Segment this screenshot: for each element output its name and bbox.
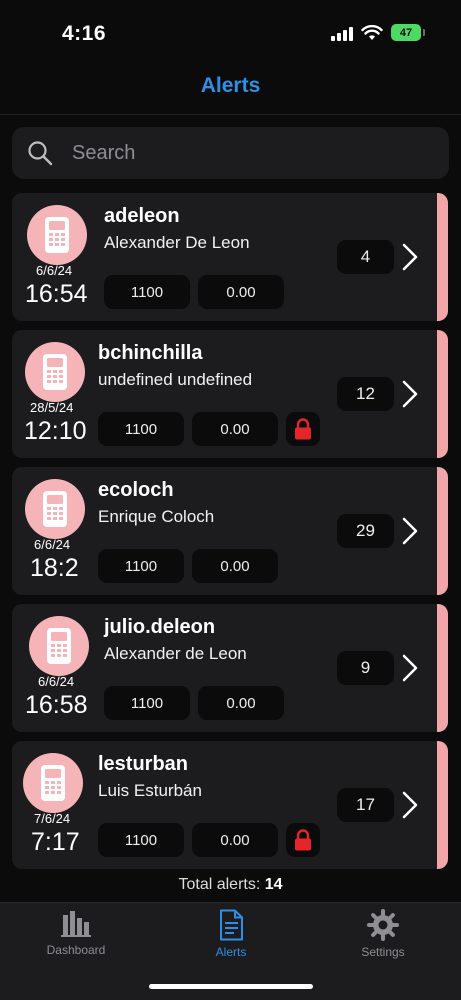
chevron-right-icon: [402, 654, 418, 682]
bar-chart-icon: [61, 911, 91, 937]
lock-button[interactable]: [286, 823, 320, 857]
alert-code: 1100: [98, 549, 184, 583]
wifi-icon: [361, 24, 383, 40]
alert-card[interactable]: 6/6/24 16:54 adeleon Alexander De Leon 1…: [12, 193, 448, 321]
alert-status-stripe: [437, 741, 448, 869]
total-alerts-value: 14: [264, 876, 283, 893]
alert-username: lesturban: [98, 753, 189, 775]
alert-date: 28/5/24: [30, 400, 74, 415]
alert-code: 1100: [98, 412, 184, 446]
alert-status-stripe: [437, 330, 448, 458]
alert-full-name: undefined undefined: [98, 370, 253, 389]
alert-full-name: Alexander De Leon: [104, 233, 250, 252]
alert-card[interactable]: 7/6/24 7:17 lesturban Luis Esturbán 1100…: [12, 741, 448, 869]
alert-full-name: Enrique Coloch: [98, 507, 215, 526]
search-placeholder: Search: [72, 141, 136, 164]
alert-card[interactable]: 6/6/24 18:2 ecoloch Enrique Coloch 1100 …: [12, 467, 448, 595]
chevron-right-icon: [402, 517, 418, 545]
page-title: Alerts: [200, 74, 261, 97]
tab-dashboard[interactable]: Dashboard: [21, 909, 131, 957]
alert-amount: 0.00: [192, 823, 278, 857]
status-time: 4:16: [62, 22, 107, 45]
status-bar: 4:16 47: [0, 0, 461, 70]
lock-icon: [295, 829, 311, 851]
lock-icon: [295, 418, 311, 440]
tab-dashboard-label: Dashboard: [46, 943, 106, 957]
alert-date: 6/6/24: [36, 263, 73, 278]
search-input[interactable]: Search: [12, 127, 449, 179]
total-alerts: Total alerts: 14: [0, 876, 461, 894]
alert-username: julio.deleon: [104, 616, 216, 638]
alert-code: 1100: [104, 275, 190, 309]
pos-terminal-avatar: [23, 753, 83, 813]
alert-username: ecoloch: [98, 479, 174, 501]
alert-status-stripe: [437, 467, 448, 595]
pos-terminal-icon: [43, 491, 67, 527]
alert-amount: 0.00: [198, 275, 284, 309]
pos-terminal-avatar: [25, 342, 85, 402]
alert-time: 18:2: [30, 554, 79, 582]
alert-status-stripe: [437, 193, 448, 321]
alert-time: 12:10: [24, 417, 87, 445]
home-indicator: [149, 984, 313, 989]
pos-terminal-icon: [45, 217, 69, 253]
alert-time: 16:58: [25, 691, 88, 719]
chevron-right-icon: [402, 791, 418, 819]
alert-amount: 0.00: [192, 412, 278, 446]
alert-card[interactable]: 28/5/24 12:10 bchinchilla undefined unde…: [12, 330, 448, 458]
alert-time: 7:17: [31, 828, 80, 856]
chevron-right-icon: [402, 380, 418, 408]
tab-alerts[interactable]: Alerts: [176, 909, 286, 959]
pos-terminal-avatar: [27, 205, 87, 265]
alert-amount: 0.00: [198, 686, 284, 720]
alert-code: 1100: [104, 686, 190, 720]
alert-time: 16:54: [25, 280, 88, 308]
alert-username: adeleon: [104, 205, 180, 227]
alert-count-badge: 29: [337, 514, 394, 548]
alert-username: bchinchilla: [98, 342, 203, 364]
gear-icon: [367, 909, 399, 941]
pos-terminal-avatar: [25, 479, 85, 539]
pos-terminal-icon: [43, 354, 67, 390]
tab-alerts-label: Alerts: [215, 945, 247, 959]
alert-date: 6/6/24: [38, 674, 75, 689]
document-icon: [220, 909, 243, 941]
battery-icon: 47: [391, 24, 425, 41]
alert-count-badge: 9: [337, 651, 394, 685]
status-icons: 47: [331, 24, 425, 41]
pos-terminal-icon: [47, 628, 71, 664]
chevron-right-icon: [402, 243, 418, 271]
alert-code: 1100: [98, 823, 184, 857]
battery-level: 47: [399, 26, 413, 39]
alert-count-badge: 12: [337, 377, 394, 411]
tab-settings[interactable]: Settings: [328, 909, 438, 959]
tab-settings-label: Settings: [361, 945, 405, 959]
alert-date: 6/6/24: [34, 537, 71, 552]
lock-button[interactable]: [286, 412, 320, 446]
alert-date: 7/6/24: [34, 811, 71, 826]
alert-status-stripe: [437, 604, 448, 732]
header-divider: [0, 114, 461, 115]
total-alerts-label: Total alerts:: [178, 876, 261, 893]
alert-card[interactable]: 6/6/24 16:58 julio.deleon Alexander de L…: [12, 604, 448, 732]
pos-terminal-icon: [41, 765, 65, 801]
pos-terminal-avatar: [29, 616, 89, 676]
alert-amount: 0.00: [192, 549, 278, 583]
search-icon: [28, 141, 53, 166]
alert-full-name: Luis Esturbán: [98, 781, 202, 800]
cellular-signal-icon: [331, 25, 353, 41]
alert-count-badge: 4: [337, 240, 394, 274]
alert-full-name: Alexander de Leon: [104, 644, 247, 663]
alert-count-badge: 17: [337, 788, 394, 822]
